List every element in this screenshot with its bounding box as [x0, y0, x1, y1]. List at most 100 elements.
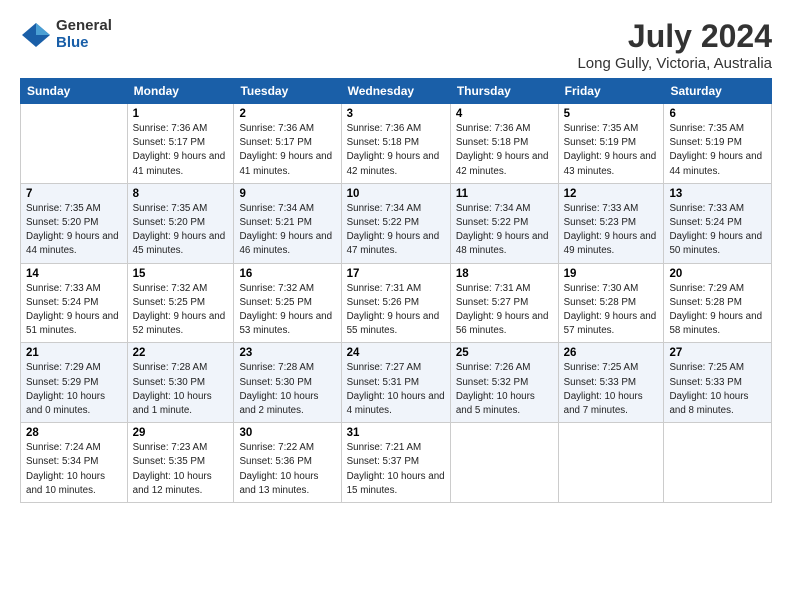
day-info: Sunrise: 7:33 AMSunset: 5:23 PMDaylight:… — [564, 203, 657, 257]
day-info: Sunrise: 7:29 AMSunset: 5:29 PMDaylight:… — [26, 362, 105, 416]
day-info: Sunrise: 7:31 AMSunset: 5:27 PMDaylight:… — [456, 283, 549, 337]
day-number: 8 — [133, 188, 229, 200]
table-row: 14 Sunrise: 7:33 AMSunset: 5:24 PMDaylig… — [21, 263, 128, 343]
day-number: 30 — [239, 427, 335, 439]
table-row: 27 Sunrise: 7:25 AMSunset: 5:33 PMDaylig… — [664, 343, 772, 423]
table-row: 30 Sunrise: 7:22 AMSunset: 5:36 PMDaylig… — [234, 423, 341, 503]
day-info: Sunrise: 7:25 AMSunset: 5:33 PMDaylight:… — [669, 362, 748, 416]
table-row: 10 Sunrise: 7:34 AMSunset: 5:22 PMDaylig… — [341, 183, 450, 263]
day-number: 21 — [26, 347, 122, 359]
day-info: Sunrise: 7:28 AMSunset: 5:30 PMDaylight:… — [133, 362, 212, 416]
day-number: 13 — [669, 188, 766, 200]
day-number: 11 — [456, 188, 553, 200]
table-row: 13 Sunrise: 7:33 AMSunset: 5:24 PMDaylig… — [664, 183, 772, 263]
header-monday: Monday — [127, 79, 234, 104]
table-row: 12 Sunrise: 7:33 AMSunset: 5:23 PMDaylig… — [558, 183, 664, 263]
day-number: 7 — [26, 188, 122, 200]
header-saturday: Saturday — [664, 79, 772, 104]
table-row: 31 Sunrise: 7:21 AMSunset: 5:37 PMDaylig… — [341, 423, 450, 503]
day-number: 17 — [347, 268, 445, 280]
table-row: 15 Sunrise: 7:32 AMSunset: 5:25 PMDaylig… — [127, 263, 234, 343]
table-row — [450, 423, 558, 503]
table-row: 6 Sunrise: 7:35 AMSunset: 5:19 PMDayligh… — [664, 104, 772, 184]
day-info: Sunrise: 7:27 AMSunset: 5:31 PMDaylight:… — [347, 362, 445, 416]
day-info: Sunrise: 7:26 AMSunset: 5:32 PMDaylight:… — [456, 362, 535, 416]
table-row: 2 Sunrise: 7:36 AMSunset: 5:17 PMDayligh… — [234, 104, 341, 184]
table-row: 24 Sunrise: 7:27 AMSunset: 5:31 PMDaylig… — [341, 343, 450, 423]
table-row: 22 Sunrise: 7:28 AMSunset: 5:30 PMDaylig… — [127, 343, 234, 423]
day-number: 9 — [239, 188, 335, 200]
table-row: 11 Sunrise: 7:34 AMSunset: 5:22 PMDaylig… — [450, 183, 558, 263]
day-number: 23 — [239, 347, 335, 359]
day-info: Sunrise: 7:32 AMSunset: 5:25 PMDaylight:… — [133, 283, 226, 337]
calendar-week-row: 1 Sunrise: 7:36 AMSunset: 5:17 PMDayligh… — [21, 104, 772, 184]
day-info: Sunrise: 7:34 AMSunset: 5:22 PMDaylight:… — [347, 203, 440, 257]
header-tuesday: Tuesday — [234, 79, 341, 104]
day-info: Sunrise: 7:33 AMSunset: 5:24 PMDaylight:… — [669, 203, 762, 257]
table-row: 1 Sunrise: 7:36 AMSunset: 5:17 PMDayligh… — [127, 104, 234, 184]
day-number: 6 — [669, 108, 766, 120]
day-number: 22 — [133, 347, 229, 359]
table-row: 20 Sunrise: 7:29 AMSunset: 5:28 PMDaylig… — [664, 263, 772, 343]
subtitle: Long Gully, Victoria, Australia — [577, 55, 772, 72]
logo-blue-text: Blue — [56, 35, 112, 52]
calendar-header-row: Sunday Monday Tuesday Wednesday Thursday… — [21, 79, 772, 104]
day-info: Sunrise: 7:22 AMSunset: 5:36 PMDaylight:… — [239, 442, 318, 496]
day-number: 31 — [347, 427, 445, 439]
day-info: Sunrise: 7:35 AMSunset: 5:20 PMDaylight:… — [133, 203, 226, 257]
day-number: 4 — [456, 108, 553, 120]
logo-text: General Blue — [56, 18, 112, 51]
table-row: 26 Sunrise: 7:25 AMSunset: 5:33 PMDaylig… — [558, 343, 664, 423]
day-info: Sunrise: 7:29 AMSunset: 5:28 PMDaylight:… — [669, 283, 762, 337]
table-row: 5 Sunrise: 7:35 AMSunset: 5:19 PMDayligh… — [558, 104, 664, 184]
title-block: July 2024 Long Gully, Victoria, Australi… — [577, 18, 772, 72]
day-info: Sunrise: 7:34 AMSunset: 5:21 PMDaylight:… — [239, 203, 332, 257]
table-row: 29 Sunrise: 7:23 AMSunset: 5:35 PMDaylig… — [127, 423, 234, 503]
day-number: 24 — [347, 347, 445, 359]
table-row: 4 Sunrise: 7:36 AMSunset: 5:18 PMDayligh… — [450, 104, 558, 184]
logo-general-text: General — [56, 18, 112, 35]
day-number: 12 — [564, 188, 659, 200]
calendar-table: Sunday Monday Tuesday Wednesday Thursday… — [20, 78, 772, 503]
day-info: Sunrise: 7:36 AMSunset: 5:18 PMDaylight:… — [456, 123, 549, 177]
day-info: Sunrise: 7:32 AMSunset: 5:25 PMDaylight:… — [239, 283, 332, 337]
day-number: 26 — [564, 347, 659, 359]
table-row — [558, 423, 664, 503]
day-number: 25 — [456, 347, 553, 359]
table-row: 19 Sunrise: 7:30 AMSunset: 5:28 PMDaylig… — [558, 263, 664, 343]
main-title: July 2024 — [577, 18, 772, 55]
table-row: 16 Sunrise: 7:32 AMSunset: 5:25 PMDaylig… — [234, 263, 341, 343]
day-info: Sunrise: 7:36 AMSunset: 5:17 PMDaylight:… — [133, 123, 226, 177]
day-number: 20 — [669, 268, 766, 280]
day-number: 29 — [133, 427, 229, 439]
day-info: Sunrise: 7:31 AMSunset: 5:26 PMDaylight:… — [347, 283, 440, 337]
table-row: 18 Sunrise: 7:31 AMSunset: 5:27 PMDaylig… — [450, 263, 558, 343]
table-row: 23 Sunrise: 7:28 AMSunset: 5:30 PMDaylig… — [234, 343, 341, 423]
logo-icon — [20, 21, 52, 49]
day-number: 2 — [239, 108, 335, 120]
table-row: 8 Sunrise: 7:35 AMSunset: 5:20 PMDayligh… — [127, 183, 234, 263]
calendar-week-row: 21 Sunrise: 7:29 AMSunset: 5:29 PMDaylig… — [21, 343, 772, 423]
table-row: 3 Sunrise: 7:36 AMSunset: 5:18 PMDayligh… — [341, 104, 450, 184]
day-number: 1 — [133, 108, 229, 120]
day-info: Sunrise: 7:21 AMSunset: 5:37 PMDaylight:… — [347, 442, 445, 496]
day-info: Sunrise: 7:24 AMSunset: 5:34 PMDaylight:… — [26, 442, 105, 496]
calendar-week-row: 7 Sunrise: 7:35 AMSunset: 5:20 PMDayligh… — [21, 183, 772, 263]
day-number: 14 — [26, 268, 122, 280]
day-number: 28 — [26, 427, 122, 439]
header-friday: Friday — [558, 79, 664, 104]
day-number: 27 — [669, 347, 766, 359]
header: General Blue July 2024 Long Gully, Victo… — [20, 18, 772, 72]
day-info: Sunrise: 7:23 AMSunset: 5:35 PMDaylight:… — [133, 442, 212, 496]
table-row: 17 Sunrise: 7:31 AMSunset: 5:26 PMDaylig… — [341, 263, 450, 343]
day-info: Sunrise: 7:30 AMSunset: 5:28 PMDaylight:… — [564, 283, 657, 337]
table-row — [664, 423, 772, 503]
day-number: 16 — [239, 268, 335, 280]
day-number: 18 — [456, 268, 553, 280]
day-info: Sunrise: 7:35 AMSunset: 5:20 PMDaylight:… — [26, 203, 119, 257]
header-wednesday: Wednesday — [341, 79, 450, 104]
table-row: 7 Sunrise: 7:35 AMSunset: 5:20 PMDayligh… — [21, 183, 128, 263]
day-info: Sunrise: 7:25 AMSunset: 5:33 PMDaylight:… — [564, 362, 643, 416]
day-info: Sunrise: 7:36 AMSunset: 5:17 PMDaylight:… — [239, 123, 332, 177]
day-info: Sunrise: 7:28 AMSunset: 5:30 PMDaylight:… — [239, 362, 318, 416]
